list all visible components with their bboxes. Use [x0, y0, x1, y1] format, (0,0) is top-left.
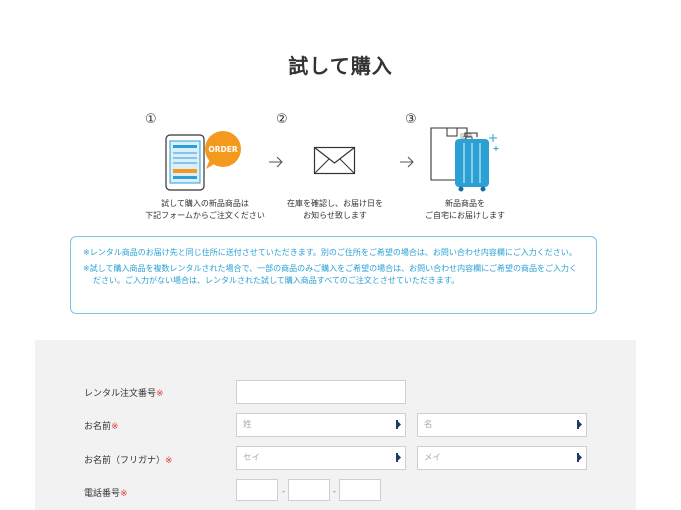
autofill-icon[interactable]: [396, 420, 401, 429]
required-mark: ※: [165, 456, 173, 466]
kana-label: お名前（フリガナ）※: [84, 453, 173, 466]
step-2-number: ②: [276, 112, 288, 127]
required-mark: ※: [156, 389, 164, 399]
notice-line-2: ※試して購入商品を複数レンタルされた場合で、一部の商品のみご購入をご希望の場合は…: [83, 263, 577, 286]
page-title: 試して購入: [288, 54, 393, 78]
order-number-label-text: レンタル注文番号: [84, 389, 157, 399]
required-mark: ※: [111, 422, 119, 432]
arrow-right-icon-2: [400, 156, 414, 168]
step-3-number: ③: [405, 112, 417, 127]
phone-part3-input[interactable]: [339, 479, 381, 501]
arrow-right-icon: [269, 156, 283, 168]
autofill-icon[interactable]: [577, 420, 582, 429]
order-badge-text: ORDER: [208, 145, 237, 154]
autofill-icon[interactable]: [577, 453, 582, 462]
notice-box: ※レンタル商品のお届け先と同じ住所に送付させていただきます。別のご住所をご希望の…: [70, 236, 597, 314]
phone-separator: -: [333, 487, 336, 496]
phone-order-icon: ORDER: [165, 131, 241, 191]
phone-separator: -: [282, 487, 285, 496]
kana-label-text: お名前（フリガナ）: [84, 456, 166, 466]
name-label: お名前※: [84, 419, 119, 432]
required-mark: ※: [120, 489, 128, 499]
last-name-input[interactable]: [236, 413, 406, 437]
step-3-caption: 新品商品を ご自宅にお届けします: [405, 198, 525, 222]
phone-part1-input[interactable]: [236, 479, 278, 501]
name-label-text: お名前: [84, 422, 112, 432]
step-1-caption-line1: 試して購入の新品商品は: [161, 199, 249, 208]
step-1-number: ①: [145, 112, 157, 127]
notice-line-1: ※レンタル商品のお届け先と同じ住所に送付させていただきます。別のご住所をご希望の…: [83, 248, 577, 257]
phone-label-text: 電話番号: [84, 489, 121, 499]
step-2-caption-line1: 在庫を確認し、お届け日を: [287, 199, 383, 208]
phone-part2-input[interactable]: [288, 479, 330, 501]
phone-label: 電話番号※: [84, 486, 128, 499]
order-number-input[interactable]: [236, 380, 406, 404]
first-name-kana-input[interactable]: [417, 446, 587, 470]
step-1-caption: 試して購入の新品商品は 下記フォームからご注文ください: [135, 198, 275, 222]
step-3-caption-line1: 新品商品を: [445, 199, 485, 208]
step-2-caption-line2: お知らせ致します: [303, 211, 367, 220]
step-3-caption-line2: ご自宅にお届けします: [425, 211, 505, 220]
envelope-icon: [313, 146, 356, 175]
last-name-kana-input[interactable]: [236, 446, 406, 470]
order-number-label: レンタル注文番号※: [84, 386, 164, 399]
first-name-input[interactable]: [417, 413, 587, 437]
autofill-icon[interactable]: [396, 453, 401, 462]
step-1-caption-line2: 下記フォームからご注文ください: [145, 211, 265, 220]
step-2-caption: 在庫を確認し、お届け日を お知らせ致します: [275, 198, 395, 222]
suitcase-delivery-icon: [430, 127, 499, 192]
